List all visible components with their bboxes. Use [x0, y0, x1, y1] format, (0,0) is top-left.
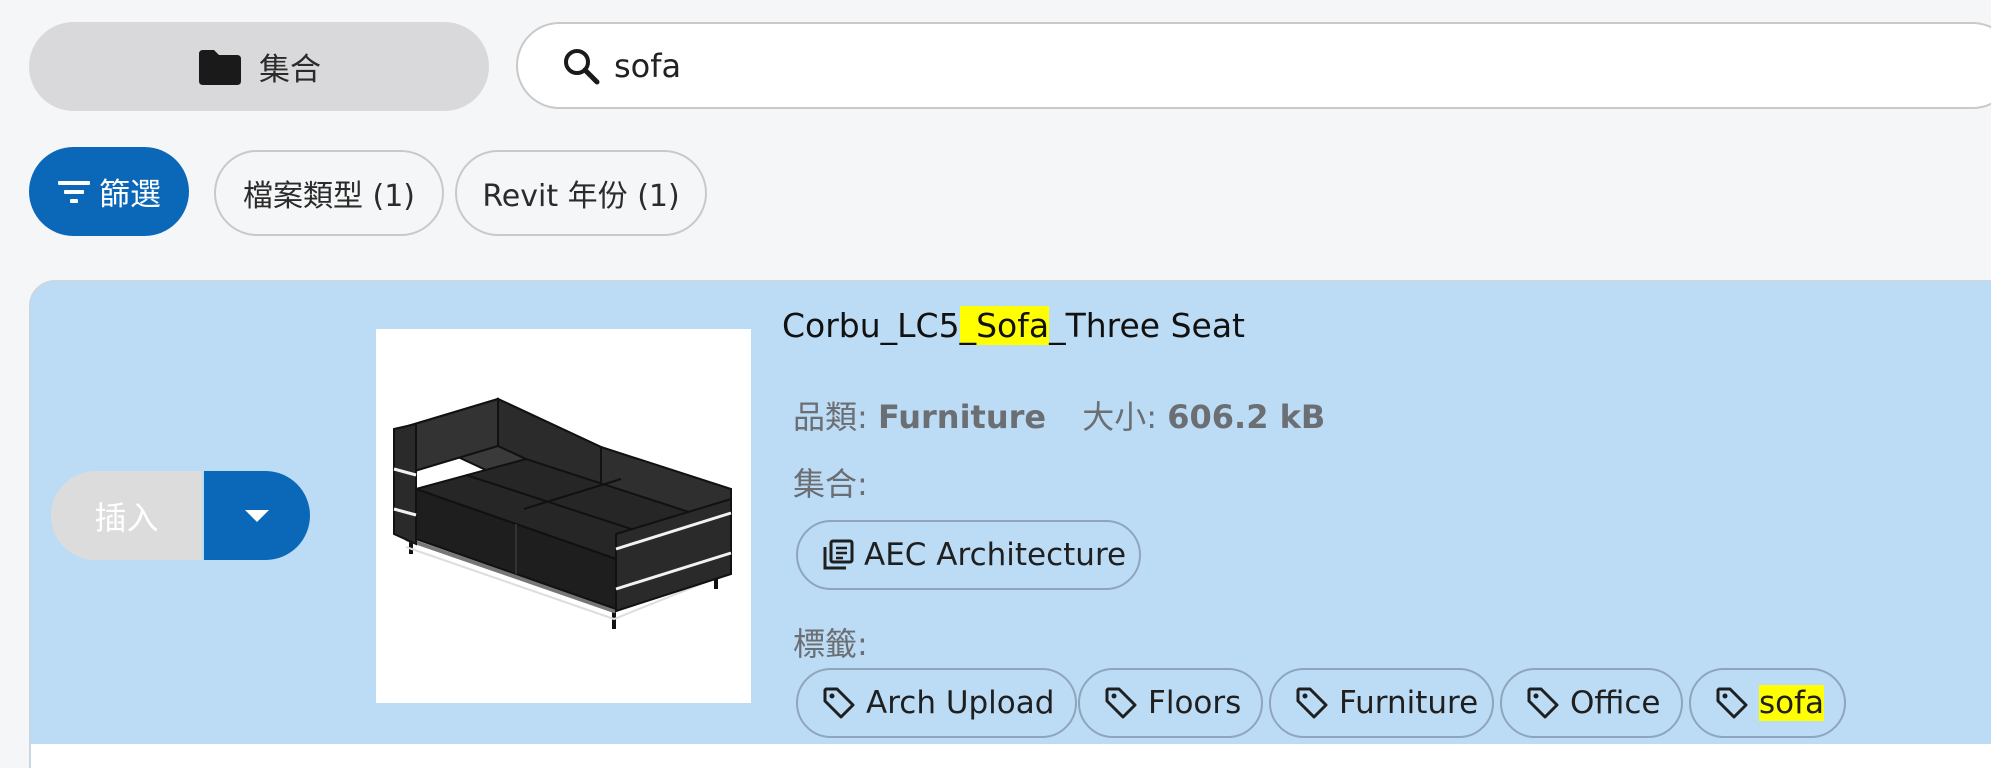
tag-chip-sofa[interactable]: sofa: [1689, 668, 1846, 738]
collection-chip-label: AEC Architecture: [864, 537, 1127, 573]
revit-year-filter-chip[interactable]: Revit 年份 (1): [455, 150, 707, 236]
insert-button[interactable]: 插入: [51, 471, 202, 560]
revit-year-filter-label: Revit 年份 (1): [482, 179, 680, 214]
tag-chip-office[interactable]: Office: [1500, 668, 1683, 738]
insert-button-label: 插入: [94, 498, 159, 537]
chevron-down-icon: [244, 509, 270, 523]
library-icon: [822, 539, 854, 571]
search-input[interactable]: [612, 45, 1516, 86]
page: 集合 篩選 檔案類型 (1) Revit 年份 (1): [0, 0, 1991, 768]
title-prefix: Corbu_LC5: [782, 306, 960, 345]
title-highlight: _Sofa: [959, 306, 1050, 345]
insert-options-button[interactable]: [204, 471, 310, 560]
filter-icon: [57, 178, 91, 206]
family-meta: 品類: Furniture 大小: 606.2 kB: [793, 392, 1325, 438]
search-box[interactable]: [516, 22, 1991, 109]
tag-chip-floors[interactable]: Floors: [1078, 668, 1263, 738]
collections-button-label: 集合: [259, 52, 321, 88]
tag-icon: [1715, 686, 1749, 720]
tag-chip-label: Office: [1570, 685, 1661, 721]
sofa-thumbnail-image: [393, 397, 732, 629]
tag-icon: [1104, 686, 1138, 720]
category-value: Furniture: [877, 398, 1047, 436]
tags-label: 標籤:: [793, 625, 868, 663]
tag-icon: [1526, 686, 1560, 720]
collections-button[interactable]: 集合: [29, 22, 489, 111]
folder-icon: [197, 48, 243, 86]
tag-chip-label: sofa: [1759, 685, 1825, 721]
family-title[interactable]: Corbu_LC5_Sofa_Three Seat: [782, 306, 1245, 345]
title-suffix: _Three Seat: [1049, 306, 1245, 345]
tag-chip-label: Furniture: [1339, 685, 1479, 721]
collections-label: 集合:: [793, 465, 868, 503]
search-icon: [562, 47, 600, 85]
tag-icon: [822, 686, 856, 720]
tag-chip-label: Floors: [1148, 685, 1242, 721]
filter-button[interactable]: 篩選: [29, 147, 189, 236]
size-label: 大小:: [1082, 398, 1158, 436]
file-type-filter-label: 檔案類型 (1): [242, 179, 416, 214]
category-label: 品類:: [793, 398, 868, 436]
next-result-card: [29, 744, 1991, 768]
size-value: 606.2 kB: [1167, 398, 1326, 436]
tag-icon: [1295, 686, 1329, 720]
insert-split-button: 插入: [51, 471, 310, 560]
tag-chip-arch-upload[interactable]: Arch Upload: [796, 668, 1077, 738]
tag-chip-furniture[interactable]: Furniture: [1269, 668, 1494, 738]
family-thumbnail[interactable]: [376, 329, 751, 703]
file-type-filter-chip[interactable]: 檔案類型 (1): [214, 150, 444, 236]
tag-chip-label: Arch Upload: [866, 685, 1055, 721]
filter-button-label: 篩選: [99, 177, 161, 213]
collection-chip-aec-architecture[interactable]: AEC Architecture: [796, 520, 1141, 590]
